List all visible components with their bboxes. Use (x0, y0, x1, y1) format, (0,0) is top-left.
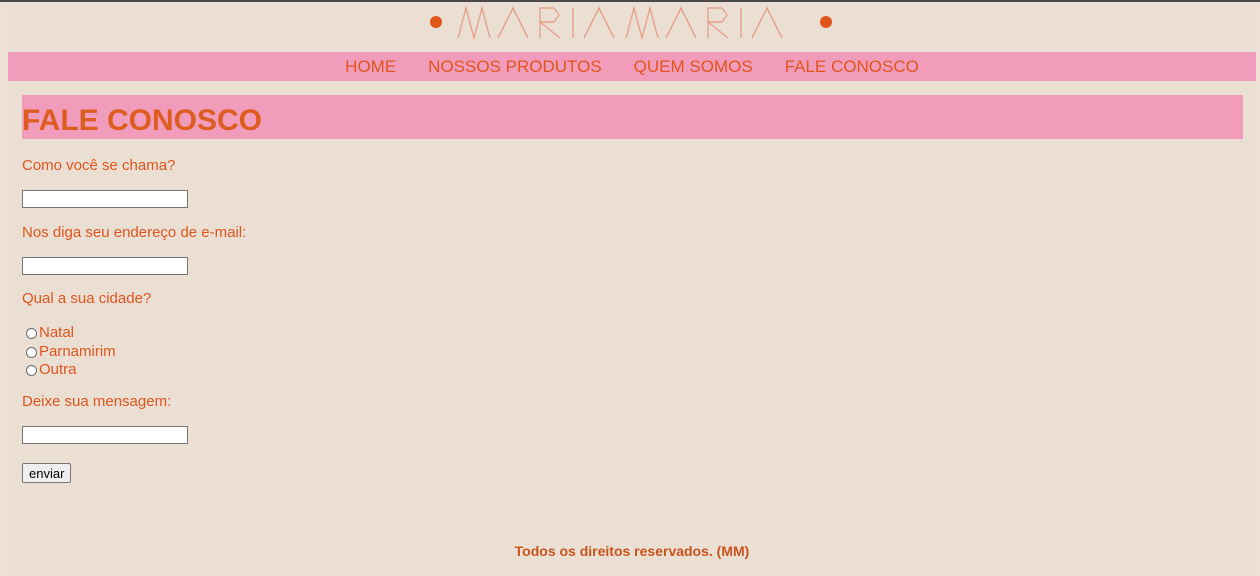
city-option-label: Natal (39, 324, 75, 341)
nav-link-nossos-produtos[interactable]: NOSSOS PRODUTOS (428, 57, 602, 77)
city-option-parnamirim[interactable]: Parnamirim (26, 343, 116, 361)
radio-button[interactable] (26, 364, 37, 376)
contact-section: FALE CONOSCO Como você se chama? Nos dig… (22, 95, 1243, 484)
city-option-label: Outra (39, 361, 77, 378)
name-input[interactable] (22, 190, 188, 208)
email-input[interactable] (22, 257, 188, 275)
page: HOME NOSSOS PRODUTOS QUEM SOMOS FALE CON… (0, 0, 1260, 576)
maria-maria-logo (430, 5, 832, 41)
footer: Todos os direitos reservados. (MM) (8, 498, 1256, 576)
city-label: Qual a sua cidade? (22, 290, 152, 307)
message-input[interactable] (22, 426, 188, 444)
footer-copyright: Todos os direitos reservados. (MM) (514, 543, 750, 559)
message-label: Deixe sua mensagem: (22, 393, 172, 410)
city-option-label: Parnamirim (39, 343, 116, 360)
title-bar: FALE CONOSCO (22, 95, 1243, 139)
nav-link-home[interactable]: HOME (345, 57, 396, 77)
submit-button[interactable]: enviar (22, 463, 72, 483)
city-option-outra[interactable]: Outra (26, 361, 77, 379)
page-title: FALE CONOSCO (22, 104, 263, 137)
name-label: Como você se chama? (22, 157, 176, 174)
nav-link-fale-conosco[interactable]: FALE CONOSCO (785, 57, 919, 77)
main-navbar: HOME NOSSOS PRODUTOS QUEM SOMOS FALE CON… (8, 52, 1256, 81)
nav-link-quem-somos[interactable]: QUEM SOMOS (634, 57, 753, 77)
city-option-natal[interactable]: Natal (26, 324, 74, 342)
radio-button[interactable] (26, 327, 37, 339)
radio-button[interactable] (26, 346, 37, 358)
email-label: Nos diga seu endereço de e-mail: (22, 224, 247, 241)
